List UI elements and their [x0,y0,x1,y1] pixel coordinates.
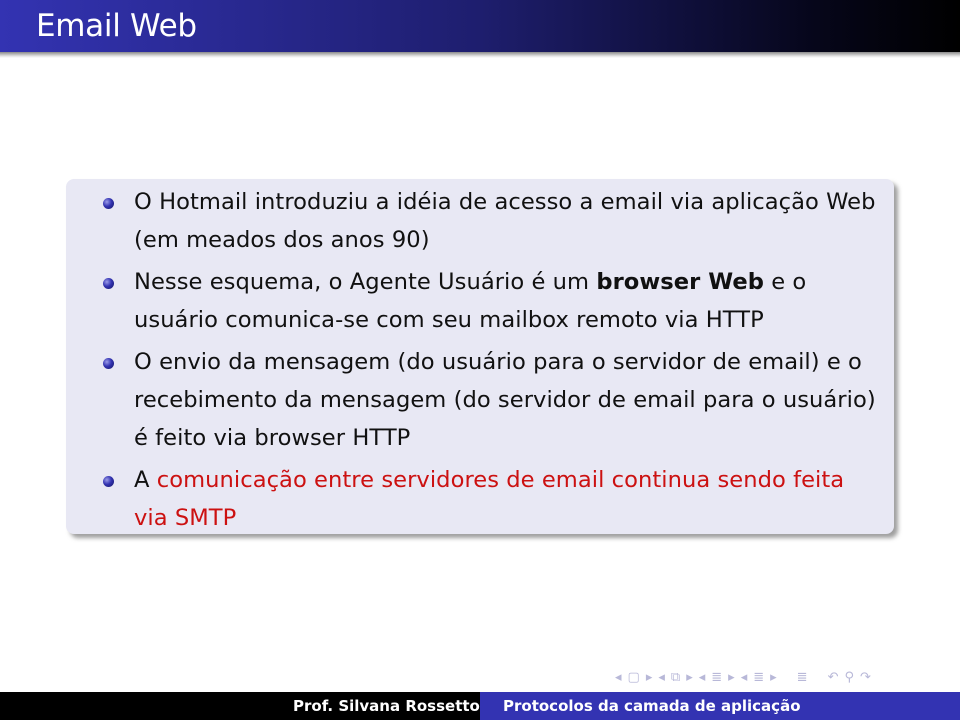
section-icon[interactable]: ≣ [711,670,722,685]
arrow-right-icon[interactable]: ▸ [646,670,653,685]
arrow-right-icon[interactable]: ▸ [770,670,777,685]
footer-topic: Protocolos da camada de aplicação [503,697,801,715]
title-bar-shadow [0,52,960,58]
bullet-text: Nesse esquema, o Agente Usuário é um [134,269,597,295]
arrow-left-icon[interactable]: ◂ [615,670,622,685]
align-icon[interactable]: ≣ [797,670,808,685]
arrow-left-icon[interactable]: ◂ [741,670,748,685]
slide-title: Email Web [36,8,197,44]
footer-author: Prof. Silvana Rossetto [293,697,480,715]
highlighted-text: comunicação entre servidores de email co… [134,467,845,531]
bullet-list: O Hotmail introduziu a idéia de acesso a… [66,183,894,541]
arrow-right-icon[interactable]: ▸ [728,670,735,685]
bullet-item: O Hotmail introduziu a idéia de acesso a… [66,183,894,259]
bullet-item: A comunicação entre servidores de email … [66,461,894,537]
bullet-text: O Hotmail introduziu a idéia de acesso a… [134,189,876,253]
bullet-icon [103,476,114,487]
bullet-text: O envio da mensagem (do usuário para o s… [134,349,876,451]
navigation-bar: ◂ ▢ ▸ ◂ ⧉ ▸ ◂ ≣ ▸ ◂ ≣ ▸ ≣ ↶ ⚲ ↷ [615,665,871,689]
redo-icon[interactable]: ↷ [860,670,871,685]
arrow-left-icon[interactable]: ◂ [699,670,706,685]
bullet-icon [103,278,114,289]
arrow-right-icon[interactable]: ▸ [686,670,693,685]
undo-icon[interactable]: ↶ [828,670,839,685]
frame-icon[interactable]: ▢ [628,670,640,685]
bullet-icon [103,358,114,369]
bullet-item: O envio da mensagem (do usuário para o s… [66,343,894,457]
bullet-icon [103,198,114,209]
section-icon[interactable]: ≣ [753,670,764,685]
bullet-text: A [134,467,157,493]
bold-text: browser Web [596,269,764,295]
search-icon[interactable]: ⚲ [844,670,854,685]
title-bar: Email Web [0,0,960,52]
subsection-icon[interactable]: ⧉ [671,670,680,685]
bullet-item: Nesse esquema, o Agente Usuário é um bro… [66,263,894,339]
arrow-left-icon[interactable]: ◂ [658,670,665,685]
